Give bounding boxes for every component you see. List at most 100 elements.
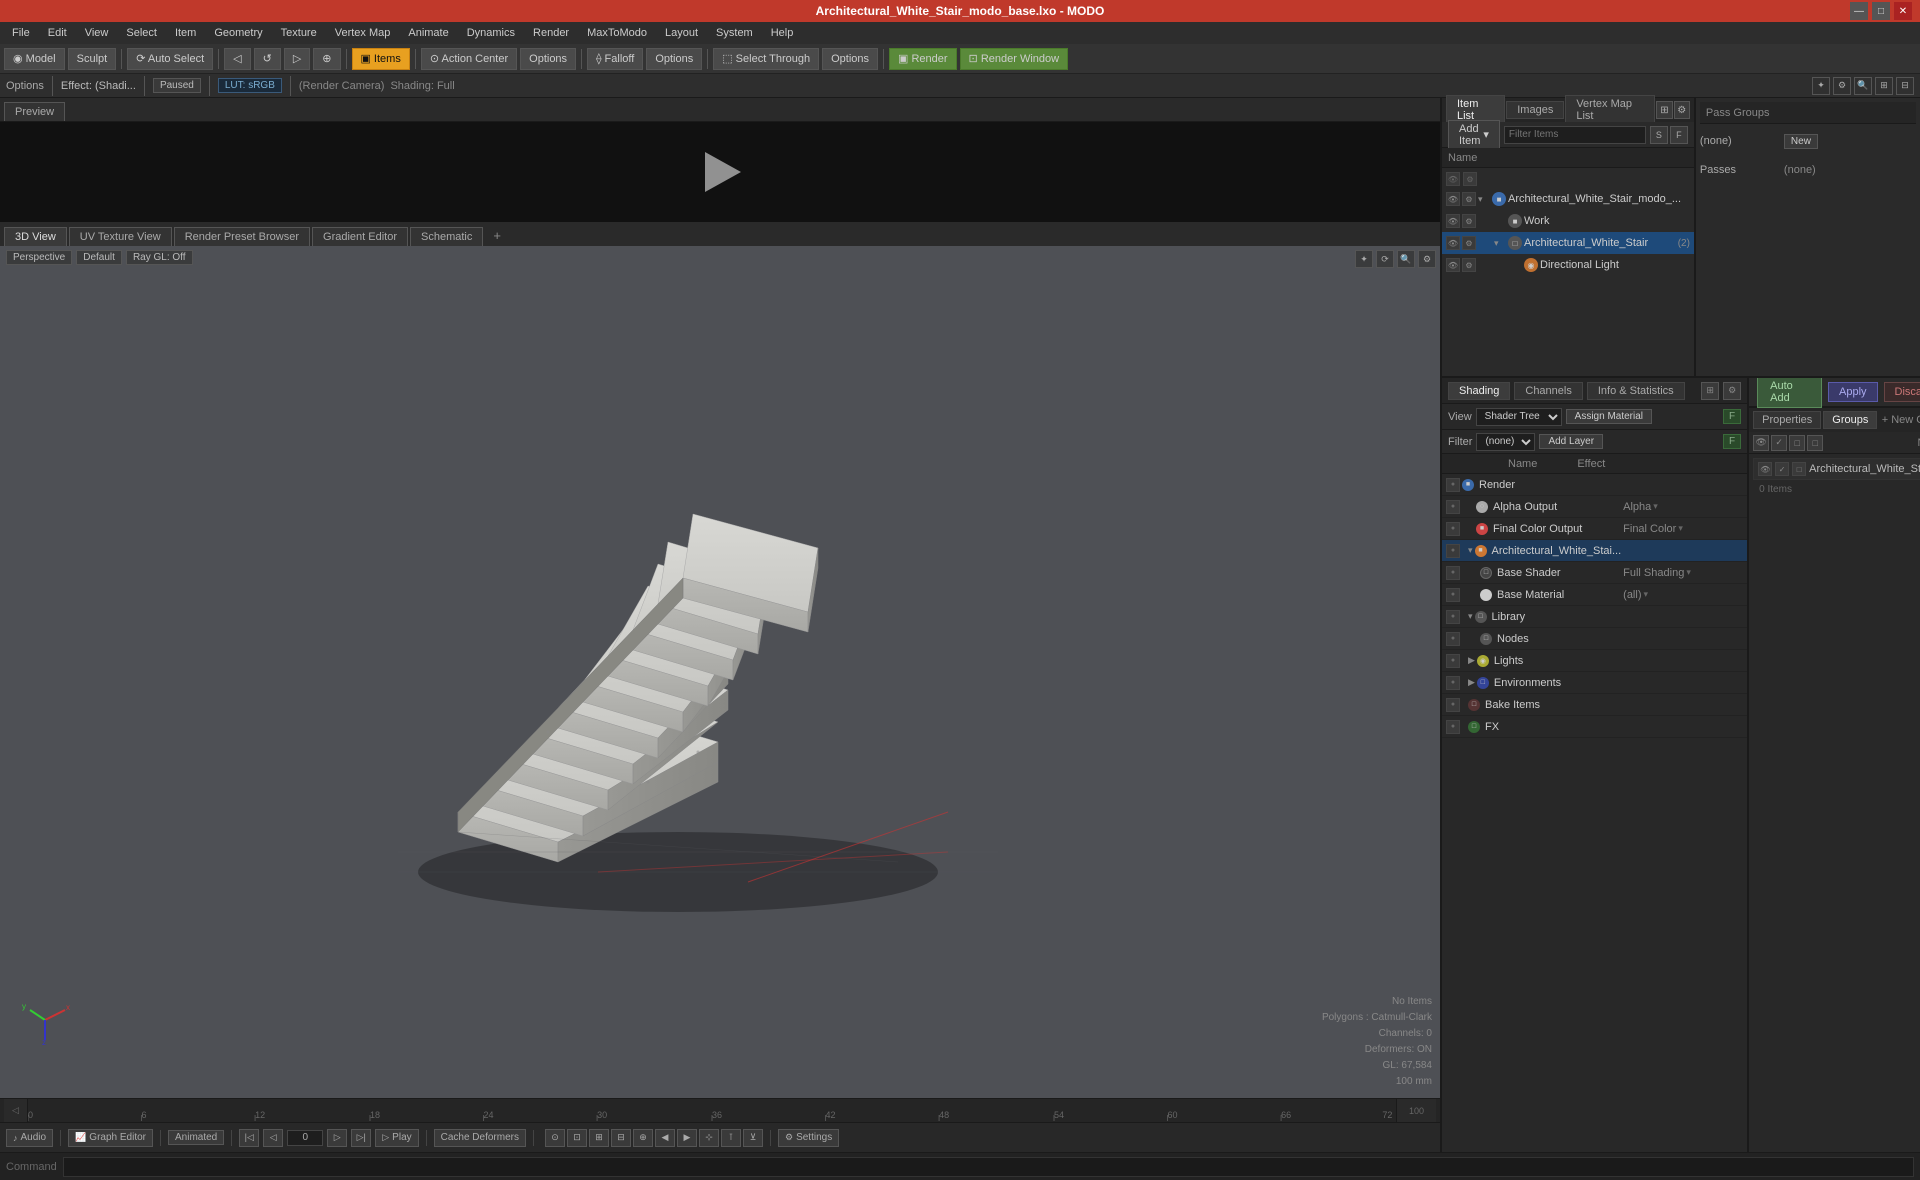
menu-texture[interactable]: Texture: [273, 25, 325, 41]
add-layer-btn[interactable]: Add Layer: [1539, 434, 1603, 449]
options2-btn[interactable]: Options: [646, 48, 702, 70]
vis-btn-3[interactable]: 👁: [1446, 214, 1460, 228]
menu-file[interactable]: File: [4, 25, 38, 41]
vis-btn-6[interactable]: ⚙: [1462, 236, 1476, 250]
search-btn[interactable]: S: [1650, 126, 1668, 144]
filter-select[interactable]: (none): [1476, 433, 1535, 451]
group-row-arch[interactable]: 👁 ✓ □ Architectural_White_Stair...: [1753, 458, 1920, 480]
tab-gradient-editor[interactable]: Gradient Editor: [312, 227, 408, 246]
transform-btn-3[interactable]: ▷: [284, 48, 310, 70]
group-check-1[interactable]: ✓: [1775, 462, 1789, 476]
vp-icon-1[interactable]: ✦: [1355, 250, 1373, 268]
sh-row-alpha[interactable]: ● ○ Alpha Output Alpha ▾: [1442, 496, 1747, 518]
command-input[interactable]: [63, 1157, 1914, 1177]
props-new-group-btn[interactable]: + New Group: [1882, 414, 1920, 426]
filter-f-key[interactable]: F: [1723, 434, 1741, 449]
shader-tree-select[interactable]: Shader Tree: [1476, 408, 1562, 426]
sh-vis-render[interactable]: ●: [1446, 478, 1460, 492]
render-window-btn[interactable]: ⊡ Render Window: [960, 48, 1069, 70]
tab-schematic[interactable]: Schematic: [410, 227, 483, 246]
apply-btn[interactable]: Apply: [1828, 382, 1878, 402]
tab-vertex-map-list[interactable]: Vertex Map List: [1565, 95, 1655, 125]
props-icon-4[interactable]: □: [1807, 435, 1823, 451]
vis-btn-2[interactable]: ⚙: [1462, 192, 1476, 206]
f-key-btn[interactable]: F: [1723, 409, 1741, 424]
opt-icon-2[interactable]: ⚙: [1833, 77, 1851, 95]
paused-btn[interactable]: Paused: [153, 78, 201, 93]
close-btn[interactable]: ✕: [1894, 2, 1912, 20]
tr-icon-4[interactable]: ⊟: [611, 1129, 631, 1147]
auto-add-btn[interactable]: Auto Add: [1757, 378, 1822, 408]
pg-new-btn[interactable]: New: [1784, 134, 1818, 149]
action-center-btn[interactable]: ⊙ Action Center: [421, 48, 517, 70]
vp-icon-2[interactable]: ⟳: [1376, 250, 1394, 268]
auto-select-btn[interactable]: ⟳ Auto Select: [127, 48, 213, 70]
tab-images[interactable]: Images: [1506, 101, 1564, 119]
sh-vis-base-shader[interactable]: ●: [1446, 566, 1460, 580]
model-mode-btn[interactable]: ◉ Model: [4, 48, 65, 70]
shade-expand-icon[interactable]: ⊞: [1701, 382, 1719, 400]
raygl-btn[interactable]: Ray GL: Off: [126, 250, 193, 265]
sh-row-base-shader[interactable]: ● □ Base Shader Full Shading ▾: [1442, 562, 1747, 584]
sh-vis-library[interactable]: ●: [1446, 610, 1460, 624]
add-item-btn[interactable]: Add Item ▾: [1448, 120, 1500, 150]
vis-btn-8[interactable]: ⚙: [1462, 258, 1476, 272]
menu-view[interactable]: View: [77, 25, 117, 41]
sh-vis-lights[interactable]: ●: [1446, 654, 1460, 668]
item-list-expand-icon[interactable]: ⊞: [1656, 101, 1672, 119]
tr-icon-2[interactable]: ⊡: [567, 1129, 587, 1147]
tree-row-arch[interactable]: 👁 ⚙ ▾ □ Architectural_White_Stair (2): [1442, 232, 1694, 254]
tab-groups[interactable]: Groups: [1823, 411, 1877, 429]
vis-btn-4[interactable]: ⚙: [1462, 214, 1476, 228]
shade-settings-icon[interactable]: ⚙: [1723, 382, 1741, 400]
default-btn[interactable]: Default: [76, 250, 122, 265]
vis-header-icon-2[interactable]: ⚙: [1463, 172, 1477, 186]
falloff-btn[interactable]: ⟠ Falloff: [587, 48, 643, 70]
tab-3dview[interactable]: 3D View: [4, 227, 67, 246]
vis-btn-5[interactable]: 👁: [1446, 236, 1460, 250]
tree-view[interactable]: 👁 ⚙ 👁 ⚙ ▾ ■ Architectural_White_Stair_mo…: [1442, 168, 1694, 376]
items-mode-btn[interactable]: ▣ Items: [352, 48, 410, 70]
sh-vis-nodes[interactable]: ●: [1446, 632, 1460, 646]
preview-tab[interactable]: Preview: [4, 102, 65, 121]
menu-item[interactable]: Item: [167, 25, 204, 41]
tr-icon-5[interactable]: ⊕: [633, 1129, 653, 1147]
discard-btn[interactable]: Discard: [1884, 382, 1920, 402]
sh-row-fcolor[interactable]: ● ■ Final Color Output Final Color ▾: [1442, 518, 1747, 540]
graph-editor-btn[interactable]: 📈 Graph Editor: [68, 1129, 153, 1147]
menu-select[interactable]: Select: [118, 25, 165, 41]
sh-vis-fx[interactable]: ●: [1446, 720, 1460, 734]
step-back-btn[interactable]: ◁: [263, 1129, 283, 1147]
tr-icon-6[interactable]: ◀: [655, 1129, 675, 1147]
options3-btn[interactable]: Options: [822, 48, 878, 70]
tab-render-preset[interactable]: Render Preset Browser: [174, 227, 310, 246]
tree-row-light[interactable]: 👁 ⚙ ◉ Directional Light: [1442, 254, 1694, 276]
tr-icon-10[interactable]: ⊻: [743, 1129, 763, 1147]
opt-icon-5[interactable]: ⊟: [1896, 77, 1914, 95]
tr-icon-8[interactable]: ⊹: [699, 1129, 719, 1147]
menu-layout[interactable]: Layout: [657, 25, 706, 41]
sh-row-render[interactable]: ● ■ Render: [1442, 474, 1747, 496]
sh-row-nodes[interactable]: ● □ Nodes: [1442, 628, 1747, 650]
opt-icon-1[interactable]: ✦: [1812, 77, 1830, 95]
opt-icon-4[interactable]: ⊞: [1875, 77, 1893, 95]
vis-header-icon-1[interactable]: 👁: [1446, 172, 1460, 186]
transform-btn-4[interactable]: ⊕: [313, 48, 340, 70]
tab-channels[interactable]: Channels: [1514, 382, 1582, 400]
opt-icon-3[interactable]: 🔍: [1854, 77, 1872, 95]
step-fwd-btn[interactable]: ▷: [327, 1129, 347, 1147]
perspective-btn[interactable]: Perspective: [6, 250, 72, 265]
minimize-btn[interactable]: —: [1850, 2, 1868, 20]
menu-render[interactable]: Render: [525, 25, 577, 41]
vis-btn-1[interactable]: 👁: [1446, 192, 1460, 206]
menu-maxtomodo[interactable]: MaxToModo: [579, 25, 655, 41]
vis-btn-7[interactable]: 👁: [1446, 258, 1460, 272]
timeline-left-btn[interactable]: ◁: [4, 1099, 28, 1122]
sh-row-base-material[interactable]: ● ■ Base Material (all) ▾: [1442, 584, 1747, 606]
time-field[interactable]: [287, 1130, 323, 1146]
sh-row-bake[interactable]: ● □ Bake Items: [1442, 694, 1747, 716]
sh-row-arch[interactable]: ● ▾ ■ Architectural_White_Stai...: [1442, 540, 1747, 562]
filter-items-input[interactable]: [1504, 126, 1646, 144]
play-button[interactable]: [695, 147, 745, 197]
menu-vertexmap[interactable]: Vertex Map: [327, 25, 399, 41]
